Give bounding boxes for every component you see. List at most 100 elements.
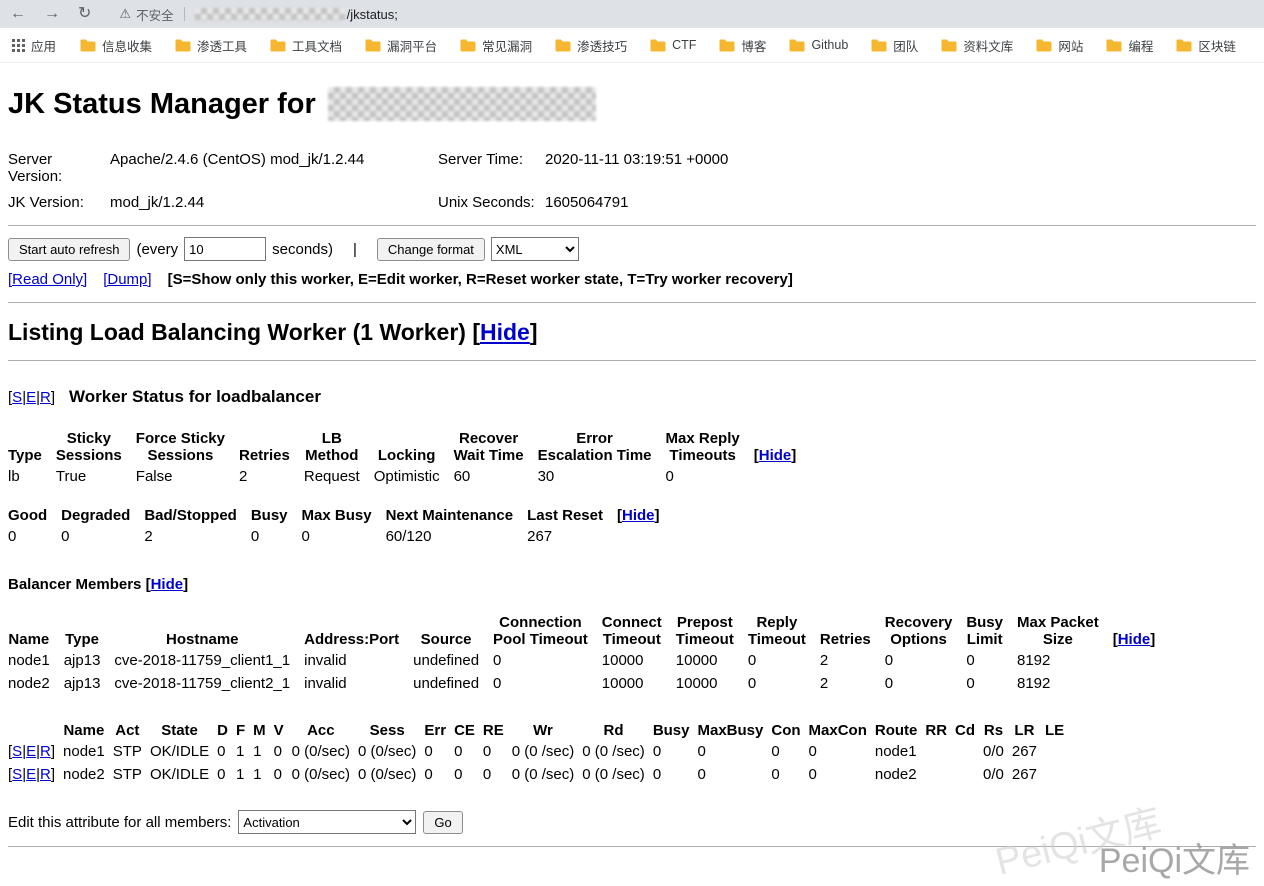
show-worker-link[interactable]: S (12, 743, 22, 760)
folder-icon (789, 39, 805, 52)
start-auto-refresh-button[interactable]: Start auto refresh (8, 238, 130, 261)
hide-link[interactable]: Hide (759, 447, 792, 464)
column-header: Type (64, 613, 115, 649)
bookmark-folder[interactable]: 编程 (1106, 36, 1153, 55)
folder-icon (650, 39, 666, 52)
table-cell: 0 (666, 465, 754, 488)
warning-icon: ⚠ (119, 6, 131, 22)
bookmark-folder[interactable]: 漏洞平台 (365, 36, 437, 55)
refresh-icon[interactable]: ↻ (78, 6, 91, 22)
bookmark-folder[interactable]: 资料文库 (941, 36, 1013, 55)
table-cell: 0 (454, 740, 483, 763)
column-header: Connect Timeout (602, 613, 676, 649)
folder-icon (270, 39, 286, 52)
table-cell: 0 (771, 763, 808, 786)
apps-label: 应用 (31, 36, 56, 55)
edit-worker-link[interactable]: E (26, 389, 36, 406)
table-cell: 60/120 (386, 525, 528, 548)
attribute-select[interactable]: Activation (238, 810, 416, 834)
hide-link[interactable]: Hide (151, 576, 184, 593)
reset-worker-link[interactable]: R (40, 389, 51, 406)
folder-icon (365, 39, 381, 52)
table-cell: STP (113, 740, 150, 763)
bookmark-label: 渗透工具 (197, 36, 247, 55)
table-cell: 2 (820, 672, 885, 695)
edit-worker-link[interactable]: E (26, 766, 36, 783)
table-cell: 0 (251, 525, 302, 548)
table-cell: 0 (698, 740, 772, 763)
forward-icon[interactable]: → (44, 6, 60, 22)
bookmarks-list: 信息收集 渗透工具 工具文档 漏洞平台 (80, 36, 1259, 55)
column-header: Address:Port (304, 613, 413, 649)
table-cell: 1 (236, 740, 253, 763)
text-fragment: ] (655, 507, 660, 524)
table-cell: 2 (820, 649, 885, 672)
table-cell: False (136, 465, 239, 488)
hide-link[interactable]: Hide (480, 319, 530, 345)
text-fragment: Listing Load Balancing Worker (1 Worker)… (8, 319, 480, 345)
members-config-table: NameTypeHostnameAddress:PortSourceConnec… (8, 613, 1169, 695)
bookmark-folder[interactable]: 区块链 (1176, 36, 1236, 55)
column-header: Good (8, 506, 61, 525)
bookmark-folder[interactable]: 工具文档 (270, 36, 342, 55)
table-cell: node1 (63, 740, 113, 763)
table-cell: [S|E|R] (8, 740, 63, 763)
bookmark-folder[interactable]: 博客 (719, 36, 766, 55)
bookmark-folder[interactable]: 常见漏洞 (460, 36, 532, 55)
column-header: Wr (512, 721, 583, 740)
column-header: Route (875, 721, 926, 740)
table-cell: node1 (8, 649, 64, 672)
bookmark-folder[interactable]: 信息收集 (80, 36, 152, 55)
page-title-text: JK Status Manager for (8, 88, 316, 121)
table-row: 0020060/120267 (8, 525, 674, 548)
bookmark-label: 资料文库 (963, 36, 1013, 55)
column-header: Max Busy (302, 506, 386, 525)
bookmark-label: 漏洞平台 (387, 36, 437, 55)
table-cell: True (56, 465, 136, 488)
read-only-link[interactable]: [Read Only] (8, 271, 87, 288)
table-cell: 0 (274, 763, 292, 786)
apps-shortcut[interactable]: 应用 (12, 36, 56, 55)
address-bar[interactable]: ⚠ 不安全 /jkstatus; (109, 0, 1254, 28)
column-header: Sess (358, 721, 424, 740)
text-fragment: ] (530, 319, 538, 345)
table-cell: 0 (483, 740, 512, 763)
reset-worker-link[interactable]: R (40, 743, 51, 760)
bookmark-folder[interactable]: 团队 (871, 36, 918, 55)
go-button[interactable]: Go (423, 811, 462, 834)
table-cell: 0 (885, 672, 967, 695)
table-row: [S|E|R]node1STPOK/IDLE01100 (0/sec)0 (0/… (8, 740, 1072, 763)
bookmark-folder[interactable]: Github (789, 38, 848, 52)
header-row: NameTypeHostnameAddress:PortSourceConnec… (8, 613, 1169, 649)
bookmark-folder[interactable]: CTF (650, 38, 696, 52)
hide-link[interactable]: Hide (1118, 631, 1151, 648)
hide-link[interactable]: Hide (622, 507, 655, 524)
show-worker-link[interactable]: S (12, 766, 22, 783)
format-select[interactable]: XML (491, 237, 579, 261)
table-cell: 30 (538, 465, 666, 488)
table-cell: 0 (809, 763, 875, 786)
server-time-value: 2020-11-11 03:19:51 +0000 (545, 151, 1256, 168)
header-row: GoodDegradedBad/StoppedBusyMax BusyNext … (8, 506, 674, 525)
column-header: RE (483, 721, 512, 740)
bookmark-folder[interactable]: 网站 (1036, 36, 1083, 55)
edit-worker-link[interactable]: E (26, 743, 36, 760)
back-icon[interactable]: ← (10, 6, 26, 22)
column-header: Act (113, 721, 150, 740)
change-format-button[interactable]: Change format (377, 238, 485, 261)
column-header: Busy Limit (966, 613, 1017, 649)
table-cell: OK/IDLE (150, 740, 217, 763)
page-content: JK Status Manager for Server Version: Ap… (0, 87, 1264, 847)
reset-worker-link[interactable]: R (40, 766, 51, 783)
security-warning-label[interactable]: 不安全 (136, 5, 174, 24)
column-header: Retries (239, 429, 304, 465)
dump-link[interactable]: [Dump] (103, 271, 151, 288)
show-worker-link[interactable]: S (12, 389, 22, 406)
bookmark-folder[interactable]: 渗透工具 (175, 36, 247, 55)
bookmark-label: CTF (672, 38, 696, 52)
table-cell (1113, 649, 1170, 672)
bookmark-folder[interactable]: 渗透技巧 (555, 36, 627, 55)
table-cell: 0 (424, 740, 454, 763)
folder-icon (941, 39, 957, 52)
interval-input[interactable] (184, 237, 266, 261)
